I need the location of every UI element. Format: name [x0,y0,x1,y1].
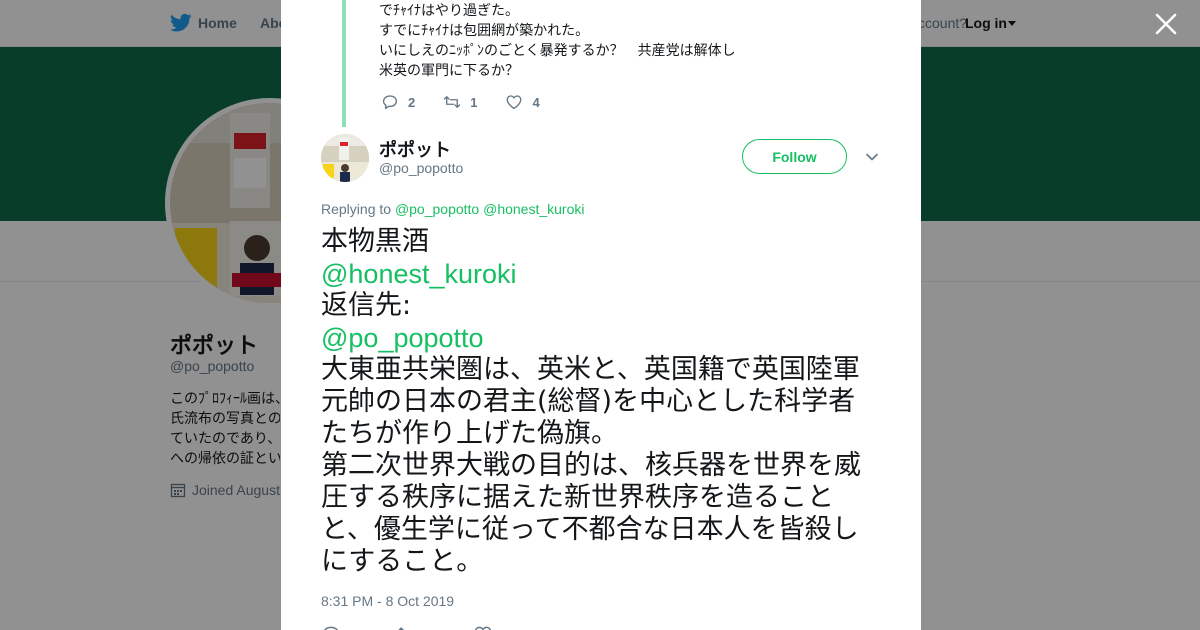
like-icon [507,95,522,110]
follow-button[interactable]: Follow [742,139,847,174]
tweet-text: 本物黒酒 @honest_kuroki 返信先: @po_popotto 大東亜… [321,226,881,578]
tweet-mention-link[interactable]: @honest_kuroki [321,258,881,290]
retweet-icon [444,96,461,108]
like-count: 4 [532,94,540,110]
tweet-actions [321,624,493,630]
tweet-timestamp[interactable]: 8:31 PM - 8 Oct 2019 [321,593,454,609]
tweet-modal: でﾁｬｲﾅはやり過ぎた。 すでにﾁｬｲﾅは包囲網が築かれた。 いにしえのﾆｯﾎﾟ… [281,0,921,630]
retweet-icon[interactable] [397,624,417,630]
previous-tweet-line: でﾁｬｲﾅはやり過ぎた。 [379,2,519,18]
tweet-text-line: にすること。 [321,546,484,577]
author-name[interactable]: ポポット [379,136,451,162]
reply-icon[interactable] [321,624,341,630]
tweet-text-line: と、優生学に従って不都合な日本人を皆殺し [321,514,859,545]
author-avatar[interactable] [321,134,369,182]
previous-tweet-line: すでにﾁｬｲﾅは包囲網が築かれた。 [379,22,590,38]
previous-tweet-line: いにしえのﾆｯﾎﾟﾝのごとく暴発するか？ 共産党は解体し [379,42,736,58]
tweet-text-line: 返信先: [321,290,412,321]
previous-tweet-actions: 2 1 4 [381,93,568,111]
author-handle[interactable]: @po_popotto [379,160,463,176]
chevron-down-icon[interactable] [865,150,879,164]
tweet-text-line: たちが作り上げた偽旗。 [321,418,618,449]
like-icon[interactable] [473,624,493,630]
reply-count: 2 [408,94,416,110]
retweet-button[interactable]: 1 [443,93,477,111]
tweet-mention-link[interactable]: @po_popotto [321,322,881,354]
replying-prefix: Replying to [321,201,392,217]
replying-to: Replying to @po_popotto @honest_kuroki [321,201,585,217]
like-button[interactable]: 4 [505,93,540,111]
previous-tweet-line: 米英の軍門に下るか？ [379,62,519,78]
tweet-text-line: 第二次世界大戦の目的は、核兵器を世界を威 [321,450,861,481]
replying-mention-link[interactable]: @honest_kuroki [483,201,584,217]
close-icon[interactable] [1154,12,1178,36]
author-avatar-image [321,134,369,182]
thread-connector-line [342,0,346,127]
tweet-text-line: 元帥の日本の君主(総督)を中心とした科学者 [321,386,856,417]
replying-mention-link[interactable]: @po_popotto [395,201,479,217]
retweet-count: 1 [470,94,478,110]
tweet-text-line: 大東亜共栄圏は、英米と、英国籍で英国陸軍 [321,354,860,385]
tweet-text-line: 圧する秩序に据えた新世界秩序を造ること [321,482,834,513]
tweet-text-line: 本物黒酒 [321,226,429,257]
reply-icon [382,95,398,110]
previous-tweet-text: でﾁｬｲﾅはやり過ぎた。 すでにﾁｬｲﾅは包囲網が築かれた。 いにしえのﾆｯﾎﾟ… [379,0,736,80]
reply-button[interactable]: 2 [381,93,415,111]
